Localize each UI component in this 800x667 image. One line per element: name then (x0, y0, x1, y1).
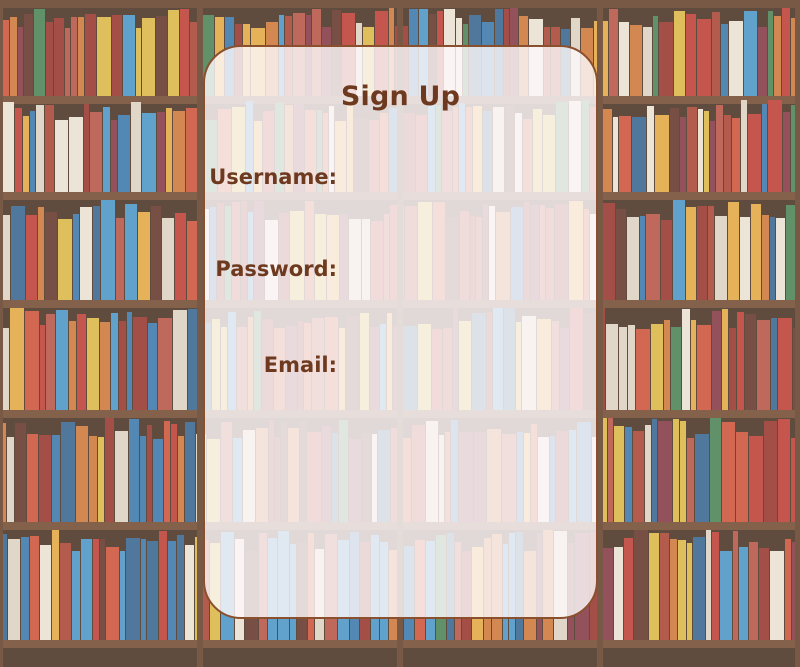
signup-card: Sign Up Username: Password: Email: (203, 45, 598, 619)
username-label: Username: (209, 165, 337, 189)
username-input[interactable] (342, 163, 572, 193)
form-title: Sign Up (340, 81, 461, 112)
password-label: Password: (215, 257, 337, 281)
email-label: Email: (263, 353, 337, 377)
password-input[interactable] (342, 255, 572, 285)
email-input[interactable] (342, 351, 572, 381)
